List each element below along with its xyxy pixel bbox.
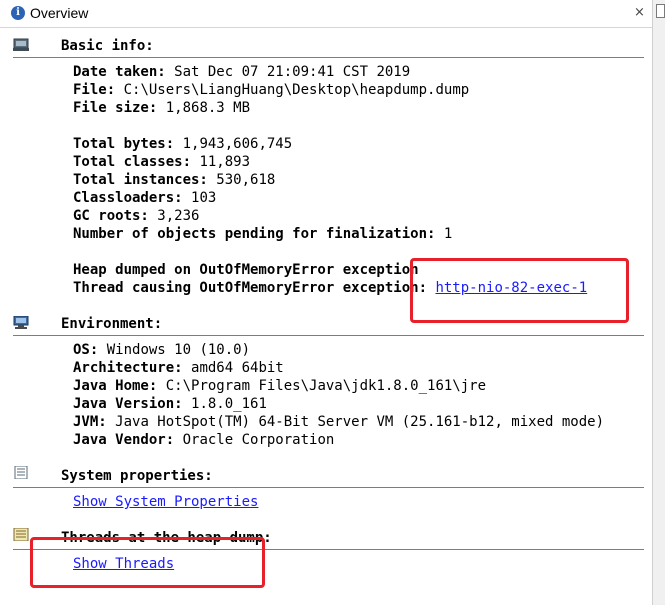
- java-vendor-value: Oracle Corporation: [182, 432, 335, 448]
- jvm-label: JVM:: [73, 414, 107, 430]
- show-system-properties-link[interactable]: Show System Properties: [73, 494, 258, 510]
- basic-info-title: Basic info:: [61, 38, 154, 54]
- pending-finalization-label: Number of objects pending for finalizati…: [73, 226, 436, 242]
- total-instances-row: Total instances: 530,618: [73, 172, 275, 188]
- classloaders-label: Classloaders:: [73, 190, 183, 206]
- file-value: C:\Users\LiangHuang\Desktop\heapdump.dum…: [123, 82, 470, 98]
- java-home-row: Java Home: C:\Program Files\Java\jdk1.8.…: [73, 378, 486, 394]
- java-vendor-label: Java Vendor:: [73, 432, 175, 448]
- system-properties-title: System properties:: [61, 468, 213, 484]
- date-taken-row: Date taken: Sat Dec 07 21:09:41 CST 2019: [73, 64, 410, 80]
- divider: [13, 57, 644, 58]
- tab-title: Overview: [30, 5, 89, 21]
- classloaders-value: 103: [191, 190, 217, 206]
- pane-icon: [656, 4, 665, 18]
- java-vendor-row: Java Vendor: Oracle Corporation: [73, 432, 334, 448]
- java-version-row: Java Version: 1.8.0_161: [73, 396, 267, 412]
- oom-text: Heap dumped on OutOfMemoryError exceptio…: [73, 262, 419, 278]
- gc-roots-row: GC roots: 3,236: [73, 208, 199, 224]
- file-size-row: File size: 1,868.3 MB: [73, 100, 250, 116]
- total-bytes-label: Total bytes:: [73, 136, 175, 152]
- gc-roots-label: GC roots:: [73, 208, 149, 224]
- file-row: File: C:\Users\LiangHuang\Desktop\heapdu…: [73, 82, 469, 98]
- file-size-label: File size:: [73, 100, 158, 116]
- os-row: OS: Windows 10 (10.0): [73, 342, 250, 358]
- java-home-label: Java Home:: [73, 378, 158, 394]
- environment-title: Environment:: [61, 316, 163, 332]
- total-classes-row: Total classes: 11,893: [73, 154, 250, 170]
- total-bytes-value: 1,943,606,745: [182, 136, 293, 152]
- adjacent-pane: [652, 0, 665, 605]
- divider: [13, 487, 644, 488]
- highlight-box-show-threads: [30, 537, 265, 588]
- architecture-value: amd64 64bit: [191, 360, 284, 376]
- file-label: File:: [73, 82, 116, 98]
- show-system-properties-row: Show System Properties: [73, 494, 258, 510]
- divider: [13, 335, 644, 336]
- total-classes-label: Total classes:: [73, 154, 192, 170]
- java-version-value: 1.8.0_161: [191, 396, 267, 412]
- os-label: OS:: [73, 342, 99, 358]
- jvm-value: Java HotSpot(TM) 64-Bit Server VM (25.16…: [115, 414, 605, 430]
- environment-icon: [13, 316, 29, 329]
- oom-row: Heap dumped on OutOfMemoryError exceptio…: [73, 262, 419, 278]
- highlight-box-oom-thread: [410, 258, 629, 323]
- total-instances-label: Total instances:: [73, 172, 208, 188]
- file-size-value: 1,868.3 MB: [165, 100, 251, 116]
- info-icon: i: [11, 6, 25, 20]
- architecture-row: Architecture: amd64 64bit: [73, 360, 284, 376]
- java-version-label: Java Version:: [73, 396, 183, 412]
- overview-tab[interactable]: i Overview ×: [0, 0, 652, 28]
- jvm-row: JVM: Java HotSpot(TM) 64-Bit Server VM (…: [73, 414, 604, 430]
- gc-roots-value: 3,236: [157, 208, 200, 224]
- total-bytes-row: Total bytes: 1,943,606,745: [73, 136, 292, 152]
- basic-info-icon: [13, 38, 29, 51]
- java-home-value: C:\Program Files\Java\jdk1.8.0_161\jre: [165, 378, 487, 394]
- architecture-label: Architecture:: [73, 360, 183, 376]
- os-value: Windows 10 (10.0): [106, 342, 251, 358]
- total-classes-value: 11,893: [199, 154, 251, 170]
- classloaders-row: Classloaders: 103: [73, 190, 216, 206]
- oom-thread-label: Thread causing OutOfMemoryError exceptio…: [73, 280, 428, 296]
- pending-finalization-row: Number of objects pending for finalizati…: [73, 226, 452, 242]
- date-taken-label: Date taken:: [73, 64, 166, 80]
- total-instances-value: 530,618: [216, 172, 276, 188]
- pending-finalization-value: 1: [443, 226, 453, 242]
- threads-icon: [13, 528, 29, 541]
- system-properties-icon: [14, 466, 28, 479]
- close-icon[interactable]: ×: [634, 5, 645, 20]
- date-taken-value: Sat Dec 07 21:09:41 CST 2019: [174, 64, 411, 80]
